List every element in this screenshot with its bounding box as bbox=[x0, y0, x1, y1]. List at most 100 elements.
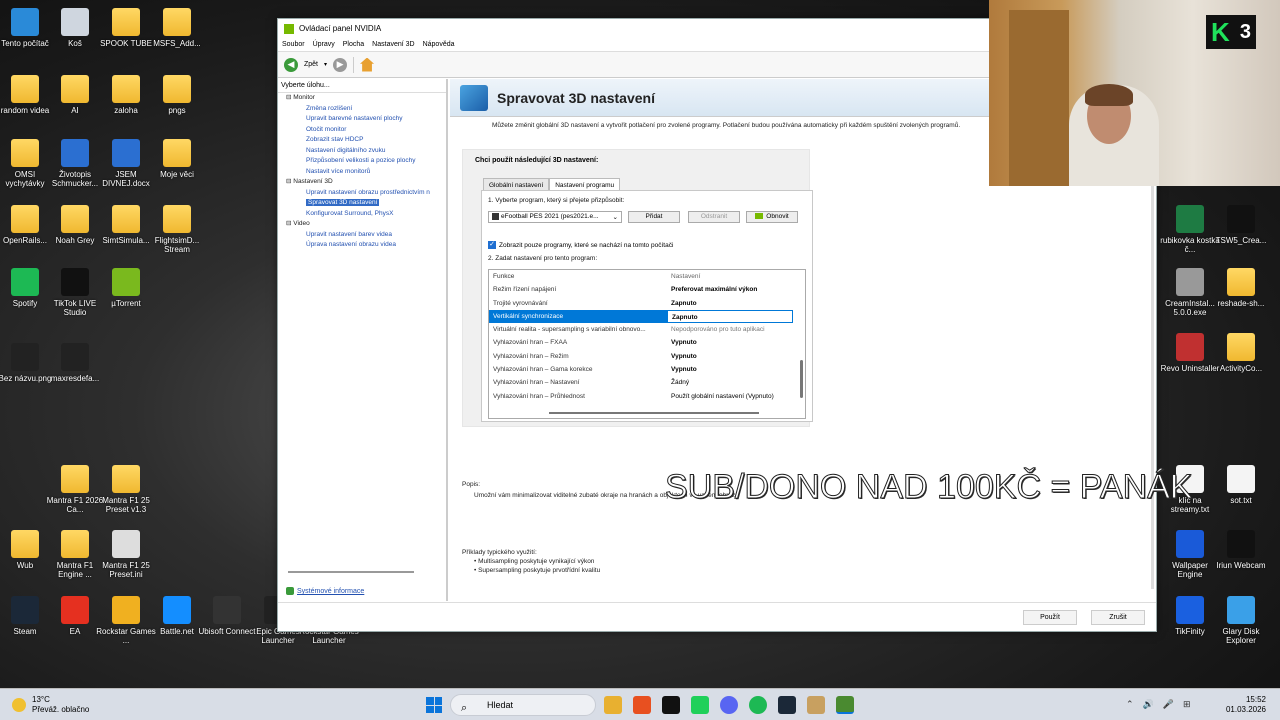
tree-item[interactable]: Přizpůsobení velikosti a pozice plochy bbox=[286, 156, 446, 167]
setting-value[interactable]: Vypnuto bbox=[667, 350, 793, 363]
file-explorer-icon[interactable] bbox=[604, 696, 622, 714]
tree-item[interactable]: Spravovat 3D nastavení bbox=[286, 198, 446, 209]
tree-item[interactable]: Úprava nastavení obrazu videa bbox=[286, 240, 446, 251]
tree-item[interactable]: Otočit monitor bbox=[286, 125, 446, 136]
remove-program-button[interactable]: Odstranit bbox=[688, 211, 740, 223]
settings-row[interactable]: Vyhlazování hran – Průhlednost Použít glo… bbox=[489, 390, 805, 403]
desktop-icon[interactable]: Moje věci bbox=[147, 139, 207, 179]
desktop-icon[interactable]: Glary Disk Explorer bbox=[1211, 596, 1271, 645]
setting-feature: Trojité vyrovnávání bbox=[493, 299, 548, 307]
tree-item[interactable]: Nastavit více monitorů bbox=[286, 167, 446, 178]
tree-item[interactable]: Upravit barevné nastavení plochy bbox=[286, 114, 446, 125]
menu-item[interactable]: Nastavení 3D bbox=[372, 41, 414, 48]
setting-value[interactable]: Zapnuto bbox=[667, 297, 793, 310]
menu-item[interactable]: Plocha bbox=[343, 41, 364, 48]
tree-category[interactable]: ⊟ Monitor bbox=[286, 93, 446, 104]
settings-file-icon bbox=[112, 530, 140, 558]
setting-feature: Vyhlazování hran – Průhlednost bbox=[493, 392, 585, 400]
add-program-button[interactable]: Přidat bbox=[628, 211, 680, 223]
settings-row[interactable]: Vyhlazování hran – Gama korekce Vypnuto bbox=[489, 363, 805, 376]
setting-value[interactable]: Vypnuto bbox=[667, 363, 793, 376]
tree-item[interactable]: Upravit nastavení barev videa bbox=[286, 230, 446, 241]
task-tree: ⊟ Monitor Změna rozlišení Upravit barevné … bbox=[278, 93, 446, 251]
forward-arrow-icon[interactable]: ▶ bbox=[333, 57, 348, 72]
folder-icon bbox=[11, 205, 39, 233]
desktop-icon[interactable]: pngs bbox=[147, 75, 207, 115]
cancel-button[interactable]: Zrušit bbox=[1091, 610, 1145, 625]
setting-value[interactable]: Preferovat maximální výkon bbox=[667, 283, 793, 296]
grid-vertical-scrollbar[interactable] bbox=[800, 360, 803, 398]
settings-row[interactable]: Vyhlazování hran – FXAA Vypnuto bbox=[489, 336, 805, 349]
grid-horizontal-scrollbar[interactable] bbox=[549, 412, 759, 414]
menu-item[interactable]: Soubor bbox=[282, 41, 305, 48]
spotify-icon[interactable] bbox=[749, 696, 767, 714]
desktop-icon[interactable]: maxresdefa... bbox=[45, 343, 105, 383]
apply-button[interactable]: Použít bbox=[1023, 610, 1077, 625]
cloudy-weather-icon bbox=[12, 698, 26, 712]
home-icon[interactable] bbox=[360, 57, 375, 72]
back-dropdown-icon[interactable]: ▾ bbox=[324, 61, 327, 68]
discord-icon[interactable] bbox=[720, 696, 738, 714]
desktop-icon[interactable]: FlightsimD... Stream bbox=[147, 205, 207, 254]
setting-feature: Virtuální realita - supersampling s vari… bbox=[493, 326, 646, 334]
setting-value[interactable]: Zapnuto bbox=[667, 309, 793, 324]
back-arrow-icon[interactable]: ◀ bbox=[284, 57, 298, 72]
tree-item[interactable]: Nastavení digitálního zvuku bbox=[286, 146, 446, 157]
brave-browser-icon[interactable] bbox=[633, 696, 651, 714]
desktop-icon-label: µTorrent bbox=[111, 299, 141, 308]
setting-feature: Vyhlazování hran – Režim bbox=[493, 352, 569, 360]
desktop-icon[interactable]: TSW5_Crea... bbox=[1211, 205, 1271, 245]
settings-row[interactable]: Režim řízení napájení Preferovat maximáln… bbox=[489, 283, 805, 296]
main-scrollbar[interactable] bbox=[1151, 119, 1154, 589]
system-info-link[interactable]: Systémové informace bbox=[286, 587, 364, 595]
setting-value[interactable]: Žádný bbox=[667, 376, 793, 389]
restore-label: Obnovit bbox=[766, 213, 789, 220]
text-file-icon bbox=[1227, 465, 1255, 493]
tiktok-icon[interactable] bbox=[662, 696, 680, 714]
menu-item[interactable]: Úpravy bbox=[313, 41, 335, 48]
rockstar-icon bbox=[112, 596, 140, 624]
menu-item[interactable]: Nápověda bbox=[423, 41, 455, 48]
restore-program-button[interactable]: Obnovit bbox=[746, 211, 798, 223]
settings-row[interactable]: Virtuální realita - supersampling s vari… bbox=[489, 323, 805, 336]
settings-row[interactable]: Vyhlazování hran – Nastavení Žádný bbox=[489, 376, 805, 389]
kick-icon[interactable] bbox=[691, 696, 709, 714]
settings-row[interactable]: Vyhlazování hran – Režim Vypnuto bbox=[489, 350, 805, 363]
folder-icon bbox=[61, 530, 89, 558]
show-local-programs-checkbox[interactable]: ✓ Zobrazit pouze programy, které se nach… bbox=[488, 241, 673, 249]
back-button-label[interactable]: Zpět bbox=[304, 61, 318, 68]
setting-value[interactable]: Nepodporováno pro tuto aplikaci bbox=[667, 323, 793, 336]
nvidia-taskbar-icon[interactable] bbox=[836, 696, 854, 714]
tree-item[interactable]: Změna rozlišení bbox=[286, 104, 446, 115]
sidebar-scrollbar[interactable] bbox=[288, 571, 414, 573]
desktop-icon[interactable]: Iriun Webcam bbox=[1211, 530, 1271, 570]
desktop-icon[interactable]: Mantra F1 25 Preset v1.3 bbox=[96, 465, 156, 514]
folder-icon bbox=[163, 205, 191, 233]
system-info-label[interactable]: Systémové informace bbox=[297, 588, 364, 595]
taskbar-search[interactable]: ⌕ Hledat bbox=[450, 694, 596, 716]
desktop-icon[interactable]: ActivityCo... bbox=[1211, 333, 1271, 373]
setting-value[interactable]: Použít globální nastavení (Vypnuto) bbox=[667, 390, 793, 403]
tree-item[interactable]: Konfigurovat Surround, PhysX bbox=[286, 209, 446, 220]
tree-item[interactable]: Upravit nastavení obrazu prostřednictvím… bbox=[286, 188, 446, 199]
settings-row[interactable]: Trojité vyrovnávání Zapnuto bbox=[489, 297, 805, 310]
spotify-icon bbox=[11, 268, 39, 296]
desktop-icon[interactable]: sot.txt bbox=[1211, 465, 1271, 505]
steam-icon[interactable] bbox=[778, 696, 796, 714]
system-tray[interactable]: ⌃🔊🎤⊞ bbox=[1126, 699, 1200, 710]
desktop-icon[interactable]: µTorrent bbox=[96, 268, 156, 308]
weather-widget[interactable]: 13°C Převáž. oblačno bbox=[12, 695, 89, 715]
tree-item[interactable]: Zobrazit stav HDCP bbox=[286, 135, 446, 146]
desktop-icon[interactable]: Mantra F1 25 Preset.ini bbox=[96, 530, 156, 579]
taskbar-clock[interactable]: 15:52 01.03.2026 bbox=[1226, 695, 1266, 715]
setting-value[interactable]: Vypnuto bbox=[667, 336, 793, 349]
desktop-icon[interactable]: MSFS_Add... bbox=[147, 8, 207, 48]
app-icon[interactable] bbox=[807, 696, 825, 714]
program-select[interactable]: eFootball PES 2021 (pes2021.e... ⌄ bbox=[488, 211, 622, 223]
tree-category[interactable]: ⊟ Nastavení 3D bbox=[286, 177, 446, 188]
tree-category[interactable]: ⊟ Video bbox=[286, 219, 446, 230]
channel-badge: K 3 bbox=[1206, 15, 1256, 49]
desktop-icon[interactable]: reshade-sh... bbox=[1211, 268, 1271, 308]
start-button[interactable] bbox=[426, 697, 442, 713]
settings-row[interactable]: Vertikální synchronizace Zapnuto bbox=[489, 309, 805, 324]
